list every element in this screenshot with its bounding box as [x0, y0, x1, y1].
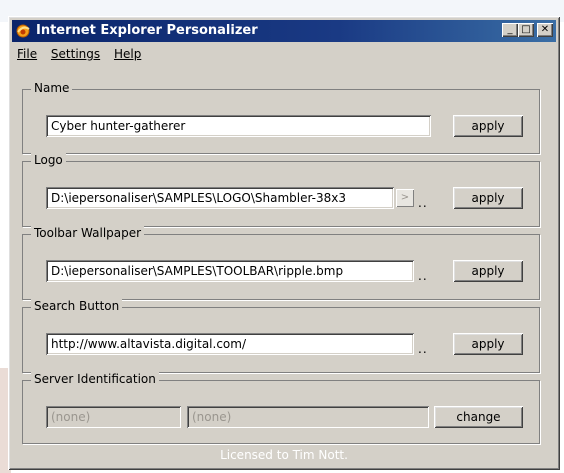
toolbar-wallpaper-label: Toolbar Wallpaper: [31, 226, 145, 240]
menu-file[interactable]: File: [12, 45, 42, 63]
toolbar-wallpaper-group: Toolbar Wallpaper D:\iepersonaliser\SAMP…: [22, 226, 540, 300]
menu-help[interactable]: Help: [109, 45, 146, 63]
maximize-button[interactable]: □: [518, 23, 534, 37]
logo-group-label: Logo: [31, 153, 66, 167]
menu-settings[interactable]: Settings: [46, 45, 105, 63]
name-group-label: Name: [31, 81, 73, 95]
license-status: Licensed to Tim Nott.: [220, 448, 348, 462]
search-url-input[interactable]: http://www.altavista.digital.com/: [46, 333, 414, 355]
search-browse-dots[interactable]: ..: [418, 342, 428, 356]
name-apply-button[interactable]: apply: [453, 115, 523, 137]
close-button[interactable]: ✕: [537, 23, 553, 37]
minimize-icon: _: [507, 24, 513, 35]
server-id-field-2: (none): [187, 406, 429, 428]
app-window: Internet Explorer Personalizer _ □ ✕ Fil…: [8, 16, 560, 470]
name-input[interactable]: Cyber hunter-gatherer: [46, 115, 431, 137]
maximize-icon: □: [521, 24, 531, 35]
title-bar[interactable]: Internet Explorer Personalizer _ □ ✕: [12, 20, 556, 42]
server-identification-label: Server Identification: [31, 372, 159, 386]
server-identification-group: Server Identification (none) (none) chan…: [22, 372, 540, 444]
name-group: Name Cyber hunter-gatherer apply: [22, 81, 540, 154]
logo-browse-dots[interactable]: ..: [418, 196, 428, 210]
search-button-label: Search Button: [31, 299, 123, 313]
search-apply-button[interactable]: apply: [453, 333, 523, 355]
ie-logo-icon: [16, 24, 30, 38]
right-arrow-icon[interactable]: >: [396, 189, 414, 207]
window-title: Internet Explorer Personalizer: [36, 23, 258, 38]
logo-apply-button[interactable]: apply: [453, 187, 523, 209]
search-button-group: Search Button http://www.altavista.digit…: [22, 299, 540, 373]
toolbar-browse-dots[interactable]: ..: [418, 269, 428, 283]
menu-bar: File Settings Help: [12, 45, 146, 65]
close-icon: ✕: [540, 24, 550, 35]
logo-group: Logo D:\iepersonaliser\SAMPLES\LOGO\Sham…: [22, 153, 540, 227]
change-button[interactable]: change: [434, 406, 523, 428]
server-id-field-1: (none): [46, 406, 181, 428]
toolbar-apply-button[interactable]: apply: [453, 260, 523, 282]
toolbar-wallpaper-input[interactable]: D:\iepersonaliser\SAMPLES\TOOLBAR\ripple…: [46, 260, 414, 282]
minimize-button[interactable]: _: [502, 23, 518, 37]
logo-path-input[interactable]: D:\iepersonaliser\SAMPLES\LOGO\Shambler-…: [46, 187, 394, 209]
